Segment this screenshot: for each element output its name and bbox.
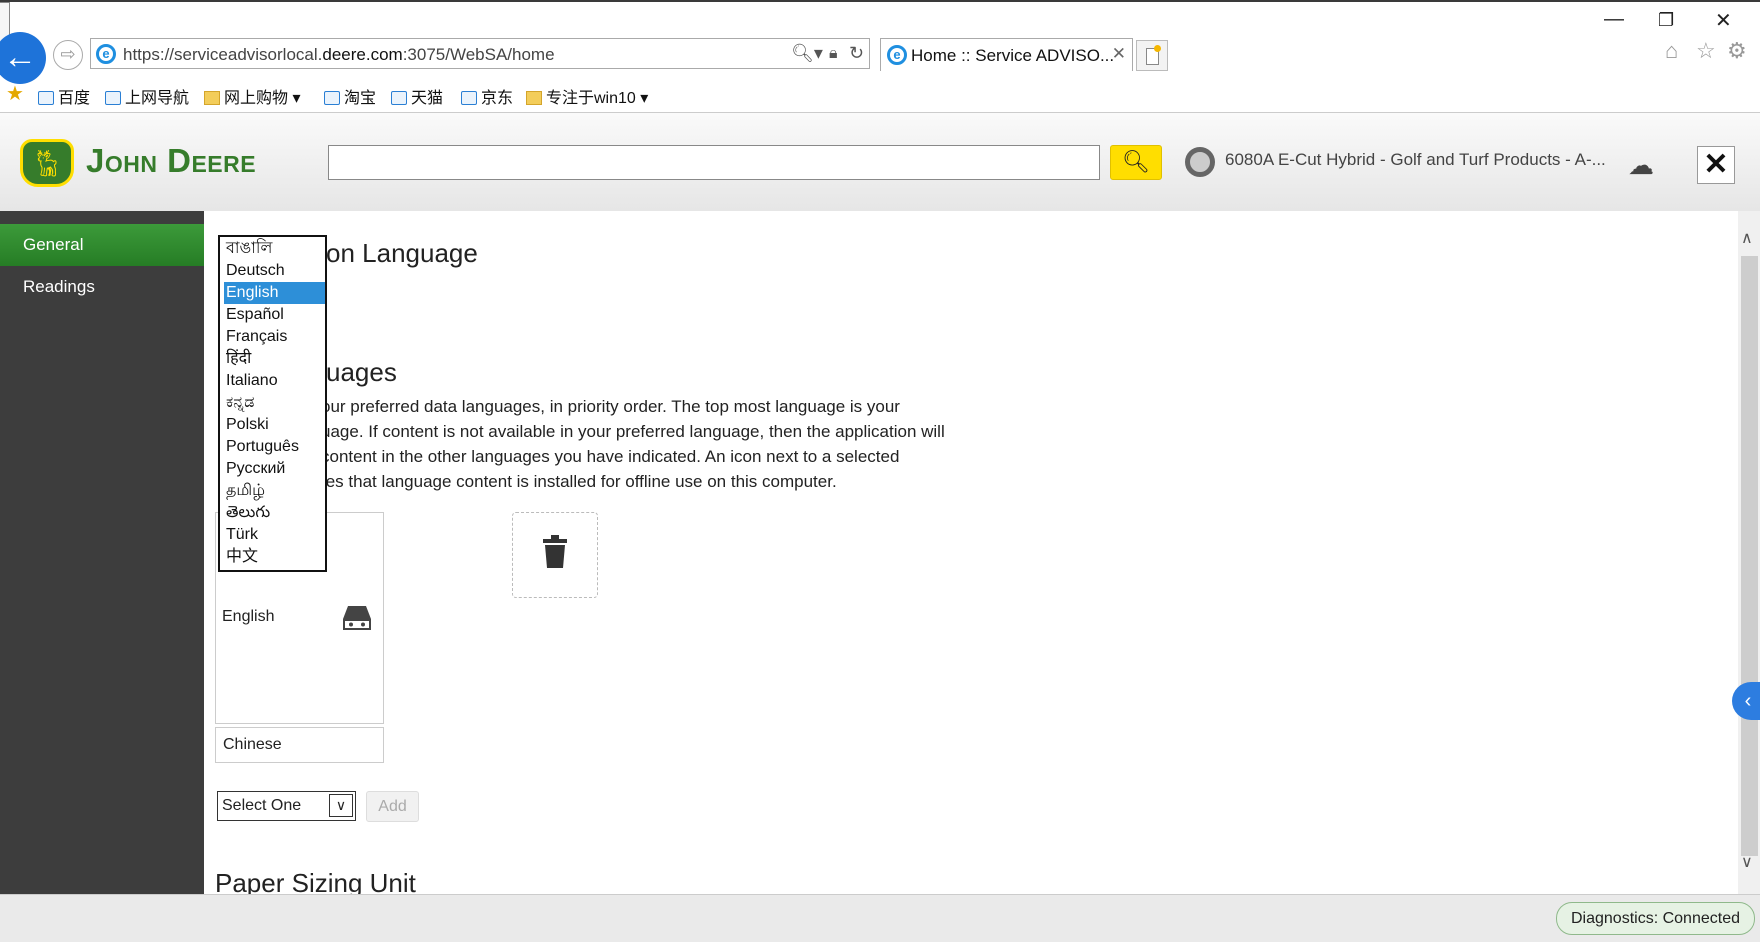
page-icon: [324, 91, 340, 105]
search-input[interactable]: [328, 145, 1100, 180]
page-icon: [391, 91, 407, 105]
favorite-link[interactable]: 京东: [461, 84, 513, 108]
forward-arrow-icon[interactable]: ⇨: [53, 40, 83, 70]
tab-title: Home :: Service ADVISO...: [911, 46, 1115, 65]
sidebar-item-readings[interactable]: Readings: [0, 266, 204, 308]
favorite-folder[interactable]: 专注于win10 ▾: [526, 84, 648, 108]
home-icon[interactable]: ⌂: [1665, 38, 1678, 64]
favorites-star-icon[interactable]: ☆: [1696, 38, 1716, 64]
offline-drive-icon: [343, 606, 371, 630]
tab-close-icon[interactable]: ✕: [1112, 44, 1126, 64]
diagnostics-status-badge[interactable]: Diagnostics: Connected: [1556, 902, 1755, 935]
close-window-icon[interactable]: ✕: [1715, 8, 1732, 33]
trash-icon: [543, 535, 567, 568]
language-option[interactable]: Deutsch: [224, 260, 325, 282]
favorite-link[interactable]: 天猫: [391, 84, 443, 108]
search-dropdown-icon[interactable]: 🔍︎▾: [791, 43, 823, 64]
application-language-dropdown[interactable]: বাঙালি Deutsch English Español Français …: [218, 235, 327, 572]
add-language-button[interactable]: Add: [366, 791, 419, 822]
url-text: https://serviceadvisorlocal.deere.com:30…: [123, 45, 555, 64]
language-option[interactable]: Français: [224, 326, 325, 348]
minimize-icon[interactable]: —: [1604, 8, 1624, 31]
language-option[interactable]: हिंदी: [224, 348, 325, 370]
status-bar: [0, 894, 1760, 942]
language-option[interactable]: Português: [224, 436, 325, 458]
settings-content: [204, 211, 1738, 894]
language-option[interactable]: తెలుగు: [224, 502, 325, 524]
list-item[interactable]: English: [222, 608, 274, 626]
lock-icon[interactable]: 🔒︎: [829, 45, 838, 63]
sidebar-item-general[interactable]: General: [0, 224, 204, 266]
favorite-folder[interactable]: 网上购物 ▾: [204, 84, 301, 108]
language-option[interactable]: ಕನ್ನಡ: [224, 392, 325, 414]
chevron-down-icon[interactable]: ∨: [329, 794, 353, 817]
search-button[interactable]: 🔍︎: [1110, 145, 1162, 180]
folder-icon: [204, 91, 220, 105]
settings-gear-icon[interactable]: ⚙: [1727, 38, 1747, 64]
list-item[interactable]: Chinese: [215, 727, 384, 763]
machine-wheel-icon[interactable]: [1185, 147, 1215, 177]
scrollbar-thumb[interactable]: [1741, 256, 1758, 856]
sidebar: [0, 211, 204, 894]
language-option[interactable]: Türk: [224, 524, 325, 546]
page-icon: [38, 91, 54, 105]
page-icon: [461, 91, 477, 105]
new-tab-button[interactable]: [1136, 40, 1168, 71]
language-option[interactable]: 中文: [224, 546, 325, 568]
folder-icon: [526, 91, 542, 105]
tab-home[interactable]: e Home :: Service ADVISO... ✕: [880, 38, 1133, 71]
favorite-link[interactable]: 上网导航: [105, 84, 189, 108]
language-option[interactable]: Italiano: [224, 370, 325, 392]
ie-tab-icon: e: [887, 45, 907, 65]
chevron-down-icon: ▾: [640, 90, 649, 107]
language-option[interactable]: Русский: [224, 458, 325, 480]
favorite-link[interactable]: 百度: [38, 84, 90, 108]
page-icon: [105, 91, 121, 105]
language-option[interactable]: বাঙালি: [224, 238, 325, 260]
brand-name: John Deere: [86, 142, 257, 179]
restore-icon[interactable]: ❐: [1658, 10, 1674, 31]
language-option[interactable]: Español: [224, 304, 325, 326]
language-option[interactable]: Polski: [224, 414, 325, 436]
close-app-button[interactable]: ✕: [1697, 146, 1735, 184]
chevron-down-icon: ▾: [292, 90, 301, 107]
scroll-down-icon[interactable]: ∨: [1741, 852, 1753, 872]
data-languages-heading: uages: [326, 357, 397, 387]
scroll-up-icon[interactable]: ∧: [1741, 228, 1753, 248]
application-language-heading: on Language: [326, 238, 478, 268]
ie-page-icon: e: [96, 44, 116, 64]
john-deere-deer-logo-icon[interactable]: 🦌︎: [20, 139, 74, 187]
cloud-disconnected-icon[interactable]: ☁︎: [1628, 150, 1654, 181]
address-bar[interactable]: e https://serviceadvisorlocal.deere.com:…: [90, 38, 870, 69]
language-option[interactable]: தமிழ்: [224, 480, 325, 502]
favorite-link[interactable]: 淘宝: [324, 84, 376, 108]
refresh-icon[interactable]: ↻: [849, 43, 864, 64]
language-option-selected[interactable]: English: [224, 282, 325, 304]
favorites-bar: 百度 上网导航 网上购物 ▾ 淘宝 天猫 京东 专注于win10 ▾: [0, 76, 1760, 110]
machine-name[interactable]: 6080A E-Cut Hybrid - Golf and Turf Produ…: [1225, 150, 1606, 170]
search-icon: 🔍︎: [1122, 149, 1150, 174]
